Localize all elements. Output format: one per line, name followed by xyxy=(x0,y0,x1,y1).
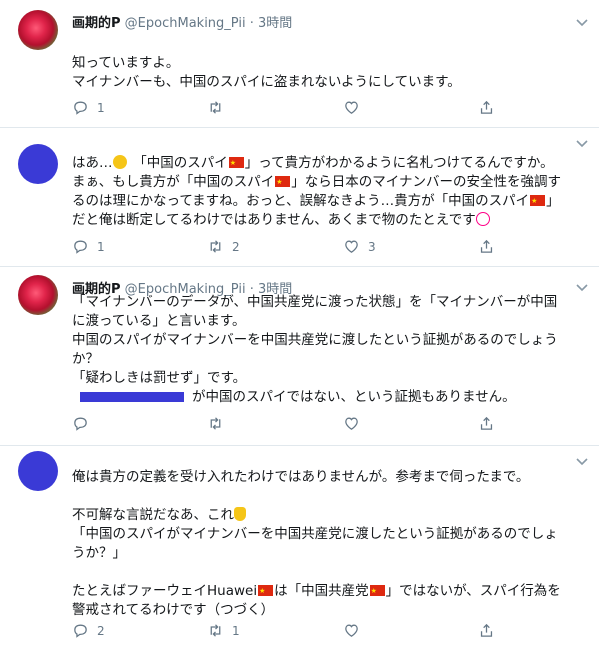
text-line: たとえばファーウェイHuaweiは「中国共産党」ではないが、スパイ行為を xyxy=(72,582,587,601)
action-bar: 2 1 xyxy=(72,622,512,642)
text-line: 警戒されてるわけです（つづく） xyxy=(72,602,275,618)
action-bar: 1 2 3 xyxy=(72,238,512,258)
text-line: はあ… 「中国のスパイ」って貴方がわかるように名札つけてるんですか。 xyxy=(72,154,587,173)
action-bar: 1 xyxy=(72,99,512,119)
like-icon xyxy=(345,417,358,430)
text-line: に渡っている」と言います。 xyxy=(72,313,246,329)
like-icon xyxy=(345,101,358,114)
retweet-button[interactable] xyxy=(207,99,232,116)
share-icon xyxy=(480,100,493,114)
share-icon xyxy=(480,239,493,253)
tweet-text: はあ… 「中国のスパイ」って貴方がわかるように名札つけてるんですか。 まぁ、もし… xyxy=(72,154,587,230)
retweet-button[interactable]: 2 xyxy=(207,238,240,255)
text-line: 「中国のスパイがマイナンバーを中国共産党に渡したという証拠があるのでしょ xyxy=(72,526,558,542)
like-icon xyxy=(345,624,358,637)
tweet-text: 知っていますよ。 マイナンバーも、中国のスパイに盗まれないようにしています。 xyxy=(72,54,587,92)
share-button[interactable] xyxy=(478,415,495,432)
retweet-count: 2 xyxy=(232,239,240,254)
text-line: 俺は貴方の定義を受け入れたわけではありませんが。参考まで伺ったまで。 xyxy=(72,469,530,485)
share-button[interactable] xyxy=(478,99,495,116)
reply-button[interactable]: 1 xyxy=(72,99,105,116)
redacted-name-bar xyxy=(80,392,184,402)
reply-button[interactable]: 2 xyxy=(72,622,105,639)
tweet-1[interactable]: 画期的P @EpochMaking_Pii · 3時間 知っていますよ。 マイナ… xyxy=(0,0,599,127)
text-line: うか？」 xyxy=(72,545,126,561)
handle-time[interactable]: @EpochMaking_Pii · 3時間 xyxy=(125,16,293,31)
reply-count: 1 xyxy=(97,239,105,254)
like-button[interactable] xyxy=(343,99,368,116)
reply-button[interactable] xyxy=(72,415,97,432)
chevron-down-icon[interactable] xyxy=(575,456,589,466)
retweet-icon xyxy=(210,101,221,114)
text-line: るのは理にかなってますね。おっと、誤解なきよう…貴方が「中国のスパイ」 xyxy=(72,192,587,211)
face-emoji-icon xyxy=(112,155,127,169)
flag-cn-icon xyxy=(530,192,546,211)
text-line: 「疑わしきは罰せず」です。 xyxy=(72,370,247,386)
share-icon xyxy=(480,623,493,637)
clown-emoji-icon xyxy=(475,212,490,226)
reply-icon xyxy=(74,417,87,431)
text-line: 中国のスパイがマイナンバーを中国共産党に渡したという証拠があるのでしょう xyxy=(72,332,558,348)
retweet-icon xyxy=(210,417,221,430)
flag-cn-icon xyxy=(228,154,244,173)
reply-count: 1 xyxy=(97,100,105,115)
like-count: 3 xyxy=(368,239,376,254)
share-button[interactable] xyxy=(478,238,495,255)
tweet-3[interactable]: 画期的P @EpochMaking_Pii · 3時間 「マイナンバーのデータが… xyxy=(0,267,599,445)
like-button[interactable] xyxy=(343,622,368,639)
chevron-down-icon[interactable] xyxy=(575,282,589,292)
action-bar xyxy=(72,415,512,435)
text-line: マイナンバーも、中国のスパイに盗まれないようにしています。 xyxy=(72,74,461,90)
avatar[interactable] xyxy=(18,451,58,491)
retweet-icon xyxy=(210,240,221,253)
retweet-button[interactable] xyxy=(207,415,232,432)
retweet-icon xyxy=(210,624,221,637)
flag-cn-icon xyxy=(275,173,291,192)
reply-icon xyxy=(74,624,87,638)
reply-icon xyxy=(74,240,87,254)
text-line: だと俺は断定してるわけではありません、あくまで物のたとえです xyxy=(72,211,587,230)
flag-cn-icon xyxy=(369,582,385,601)
avatar[interactable] xyxy=(18,144,58,184)
pointing-down-emoji-icon xyxy=(234,507,246,521)
avatar[interactable] xyxy=(18,275,58,315)
text-line xyxy=(72,487,587,506)
like-button[interactable] xyxy=(343,415,368,432)
avatar[interactable] xyxy=(18,10,58,50)
like-icon xyxy=(345,240,358,253)
like-button[interactable]: 3 xyxy=(343,238,376,255)
reply-count: 2 xyxy=(97,623,105,638)
tweet-text: 俺は貴方の定義を受け入れたわけではありませんが。参考まで伺ったまで。 不可解な言… xyxy=(72,468,587,620)
text-line: が中国のスパイではない、という証拠もありません。 xyxy=(72,388,587,407)
text-line: 知っていますよ。 xyxy=(72,55,180,71)
chevron-down-icon[interactable] xyxy=(575,17,589,27)
text-line: 不可解な言説だなあ、これ xyxy=(72,506,587,525)
tweet-text: 「マイナンバーのデータが、中国共産党に渡った状態」を「マイナンバーが中国 に渡っ… xyxy=(72,293,587,407)
tweet-2[interactable]: はあ… 「中国のスパイ」って貴方がわかるように名札つけてるんですか。 まぁ、もし… xyxy=(0,128,599,266)
retweet-count: 1 xyxy=(232,623,240,638)
tweet-4[interactable]: 俺は貴方の定義を受け入れたわけではありませんが。参考まで伺ったまで。 不可解な言… xyxy=(0,446,599,647)
text-line: 「マイナンバーのデータが、中国共産党に渡った状態」を「マイナンバーが中国 xyxy=(72,294,558,310)
tweet-header: 画期的P @EpochMaking_Pii · 3時間 xyxy=(72,12,292,31)
share-icon xyxy=(480,416,493,430)
chevron-down-icon[interactable] xyxy=(575,138,589,148)
text-line xyxy=(72,563,587,582)
text-line: まぁ、もし貴方が「中国のスパイ」なら日本のマイナンバーの安全性を強調す xyxy=(72,173,587,192)
reply-button[interactable]: 1 xyxy=(72,238,105,255)
share-button[interactable] xyxy=(478,622,495,639)
display-name[interactable]: 画期的P xyxy=(72,16,121,31)
retweet-button[interactable]: 1 xyxy=(207,622,240,639)
flag-cn-icon xyxy=(258,582,274,601)
text-line: か？ xyxy=(72,351,99,367)
reply-icon xyxy=(74,101,87,115)
